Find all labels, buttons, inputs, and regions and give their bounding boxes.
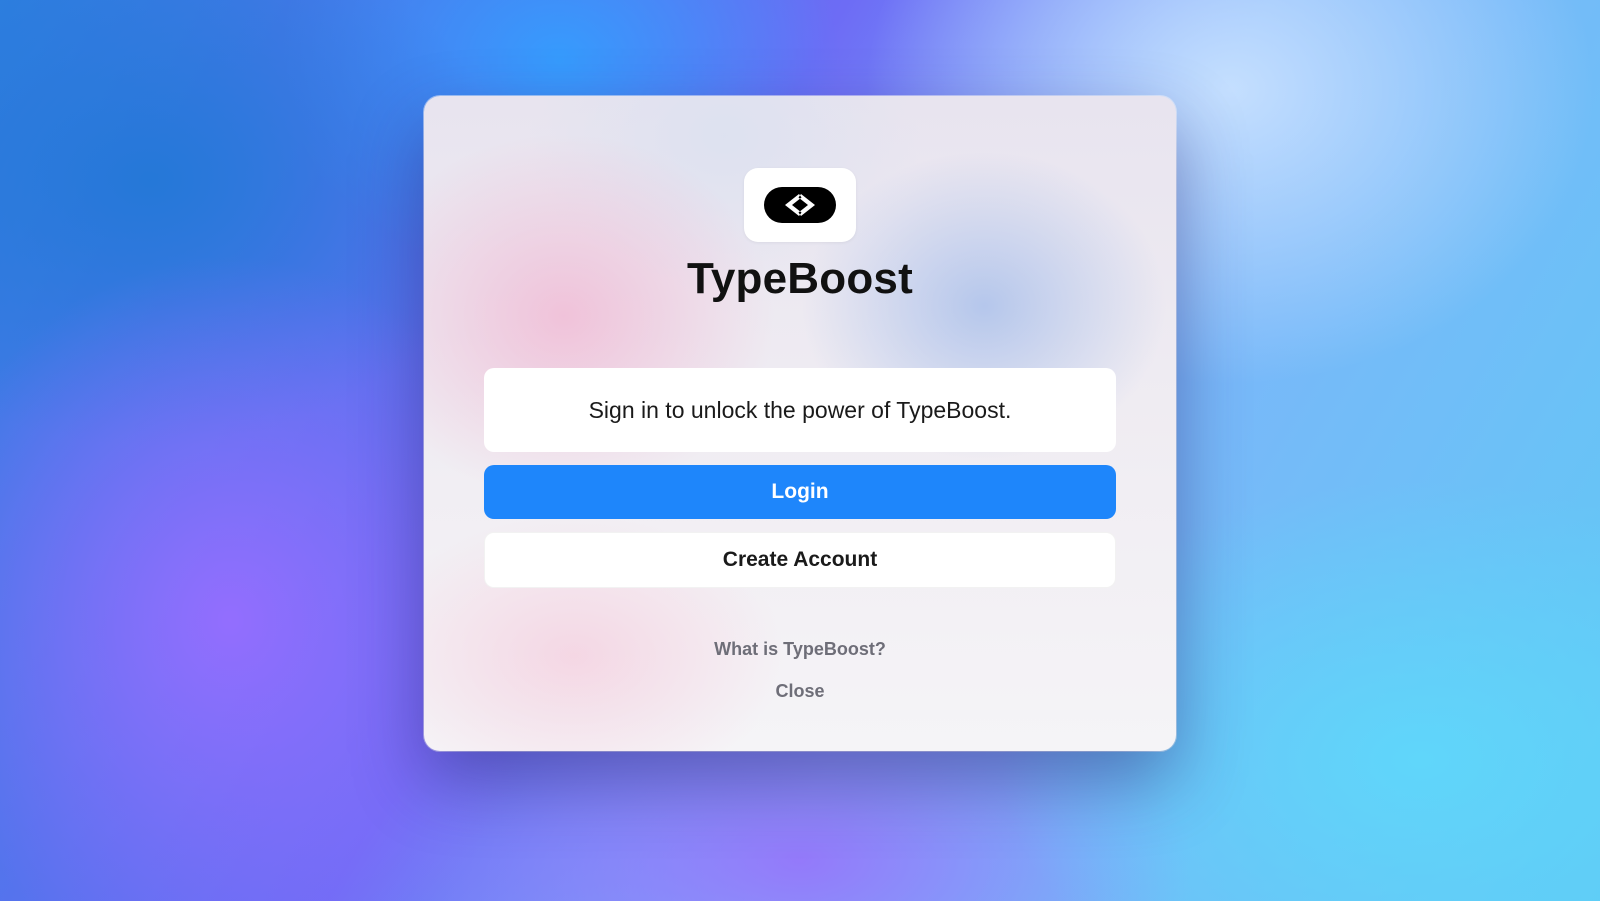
sign-in-message: Sign in to unlock the power of TypeBoost…	[484, 368, 1116, 452]
code-brackets-logo-icon	[764, 187, 836, 223]
create-account-button[interactable]: Create Account	[484, 532, 1116, 588]
login-button[interactable]: Login	[484, 465, 1116, 519]
sign-in-message-text: Sign in to unlock the power of TypeBoost…	[588, 396, 1012, 423]
app-logo	[744, 168, 856, 242]
sign-in-dialog: TypeBoost Sign in to unlock the power of…	[424, 96, 1176, 751]
app-title: TypeBoost	[687, 254, 913, 303]
desktop-background: TypeBoost Sign in to unlock the power of…	[0, 0, 1600, 901]
what-is-typeboost-link[interactable]: What is TypeBoost?	[424, 639, 1176, 660]
close-link[interactable]: Close	[424, 681, 1176, 702]
